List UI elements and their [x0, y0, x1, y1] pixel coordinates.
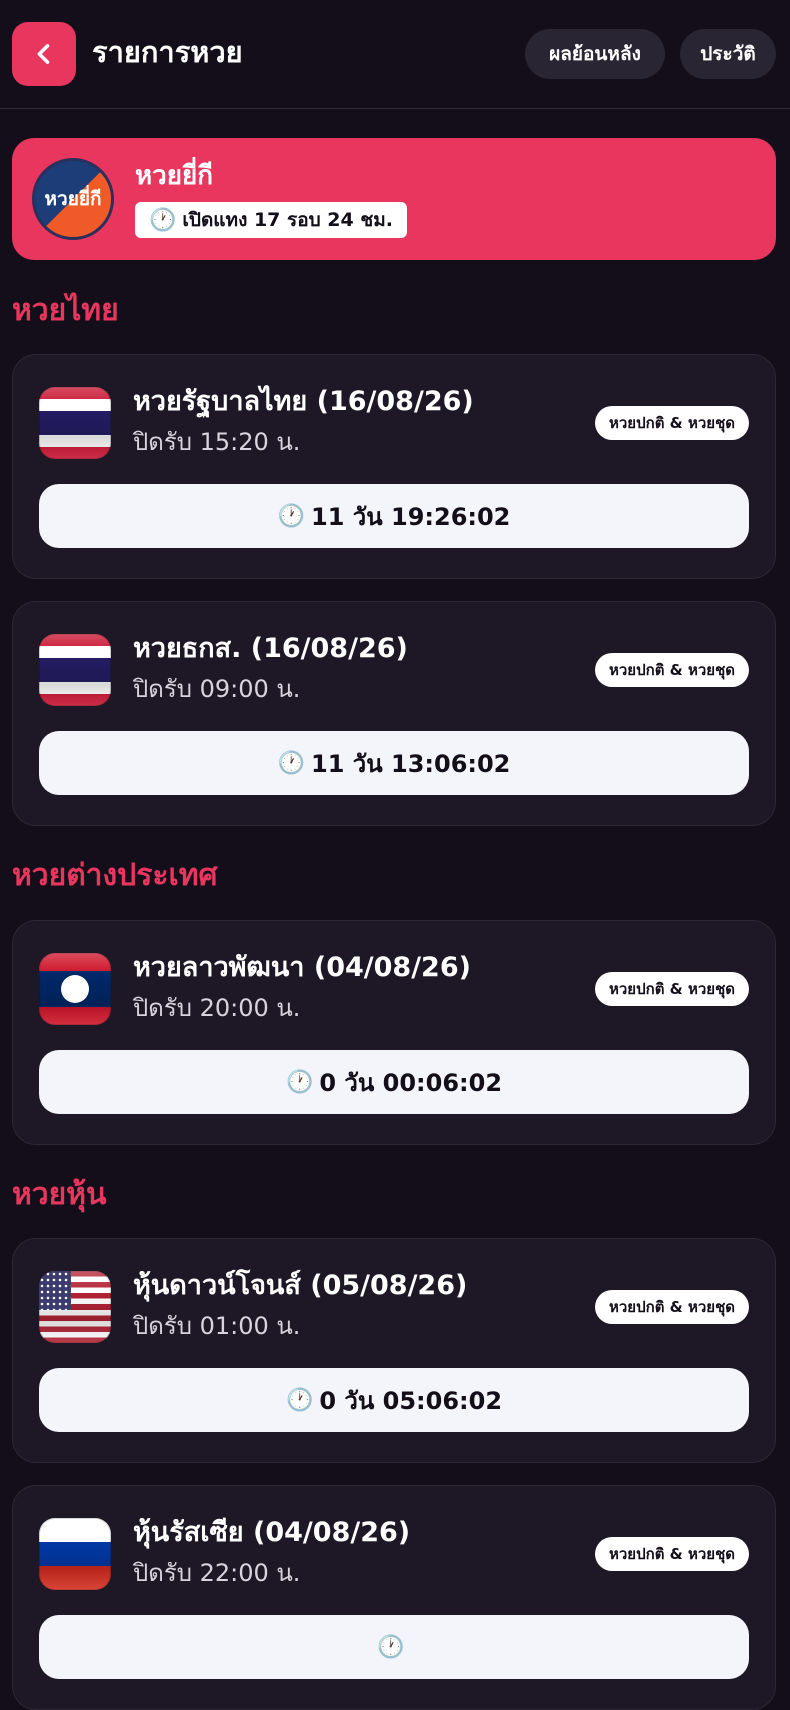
clock-icon: 🕐: [377, 1634, 405, 1660]
section-title-stocks: หวยหุ้น: [12, 1177, 107, 1212]
countdown-button[interactable]: 🕐 0 วัน 00:06:02: [39, 1050, 749, 1114]
section-title-thai: หวยไทย: [12, 293, 119, 328]
lottery-type-tag: หวยปกติ & หวยชุด: [595, 1290, 749, 1324]
lottery-card[interactable]: หวยลาวพัฒนา (04/08/26) ปิดรับ 20:00 น. ห…: [12, 920, 776, 1145]
history-button[interactable]: ประวัติ: [680, 29, 776, 79]
clock-icon: 🕐: [277, 503, 305, 529]
countdown-text: 0 วัน 05:06:02: [319, 1386, 503, 1415]
clock-icon: 🕐: [277, 750, 305, 776]
lao-flag-icon: [39, 953, 111, 1025]
featured-status-badge: 🕐 เปิดแทง 17 รอบ 24 ชม.: [135, 202, 408, 238]
clock-icon: 🕐: [149, 207, 177, 233]
featured-name: หวยยี่กี: [135, 161, 213, 191]
featured-badge-text: เปิดแทง 17 รอบ 24 ชม.: [182, 209, 394, 231]
clock-icon: 🕐: [285, 1387, 314, 1413]
lottery-name: หวยรัฐบาลไทย (16/08/26): [133, 386, 474, 417]
back-button[interactable]: [12, 22, 76, 86]
section-title-foreign: หวยต่างประเทศ: [12, 858, 218, 893]
thai-flag-icon: [39, 387, 111, 459]
lottery-card[interactable]: หวยรัฐบาลไทย (16/08/26) ปิดรับ 15:20 น. …: [12, 354, 776, 579]
countdown-button[interactable]: 🕐: [39, 1615, 749, 1679]
clock-icon: 🕐: [285, 1069, 314, 1095]
lottery-type-tag: หวยปกติ & หวยชุด: [595, 972, 749, 1006]
close-time: ปิดรับ 15:20 น.: [133, 428, 301, 456]
lottery-name: หุ้นรัสเซีย (04/08/26): [133, 1517, 411, 1548]
logo-text: หวยยี่กี: [44, 188, 102, 210]
lottery-type-tag: หวยปกติ & หวยชุด: [595, 406, 749, 440]
yeekee-logo: หวยยี่กี: [32, 158, 114, 240]
countdown-button[interactable]: 🕐 11 วัน 19:26:02: [39, 484, 749, 548]
chevron-left-icon: [37, 44, 50, 64]
russia-flag-icon: [39, 1518, 111, 1590]
countdown-text: 11 วัน 19:26:02: [311, 502, 511, 531]
countdown-text: 0 วัน 00:06:02: [319, 1068, 503, 1097]
us-flag-icon: [39, 1271, 111, 1343]
lottery-card[interactable]: หุ้นดาวน์โจนส์ (05/08/26) ปิดรับ 01:00 น…: [12, 1238, 776, 1463]
close-time: ปิดรับ 01:00 น.: [133, 1312, 301, 1340]
page-title: รายการหวย: [92, 35, 243, 69]
countdown-text: 11 วัน 13:06:02: [311, 749, 511, 778]
featured-lottery-card[interactable]: หวยยี่กี หวยยี่กี 🕐 เปิดแทง 17 รอบ 24 ชม…: [12, 138, 776, 260]
top-bar: รายการหวย ผลย้อนหลัง ประวัติ: [0, 0, 790, 109]
lottery-name: หวยลาวพัฒนา (04/08/26): [133, 952, 471, 983]
lottery-card[interactable]: หุ้นรัสเซีย (04/08/26) ปิดรับ 22:00 น. ห…: [12, 1485, 776, 1710]
close-time: ปิดรับ 20:00 น.: [133, 994, 301, 1022]
close-time: ปิดรับ 22:00 น.: [133, 1559, 301, 1587]
lottery-type-tag: หวยปกติ & หวยชุด: [595, 653, 749, 687]
countdown-button[interactable]: 🕐 0 วัน 05:06:02: [39, 1368, 749, 1432]
results-history-button[interactable]: ผลย้อนหลัง: [525, 29, 665, 79]
lottery-card[interactable]: หวยธกส. (16/08/26) ปิดรับ 09:00 น. หวยปก…: [12, 601, 776, 826]
countdown-button[interactable]: 🕐 11 วัน 13:06:02: [39, 731, 749, 795]
thai-flag-icon: [39, 634, 111, 706]
lottery-name: หุ้นดาวน์โจนส์ (05/08/26): [133, 1270, 468, 1301]
lottery-type-tag: หวยปกติ & หวยชุด: [595, 1537, 749, 1571]
lottery-name: หวยธกส. (16/08/26): [133, 633, 408, 664]
close-time: ปิดรับ 09:00 น.: [133, 675, 301, 703]
